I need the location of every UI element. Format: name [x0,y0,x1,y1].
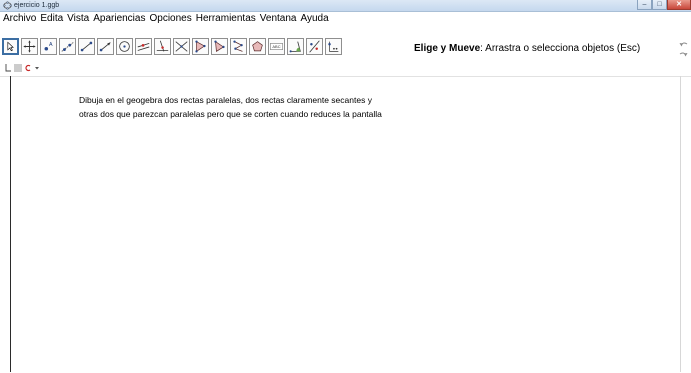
title-bar: ejercicio 1.ggb – □ ✕ [0,0,691,12]
move-arrow-icon [7,41,14,52]
tool-vector[interactable] [97,38,114,55]
close-icon: ✕ [676,1,682,8]
circle-icon [119,41,130,52]
window-title: ejercicio 1.ggb [14,2,60,9]
instruction-text-line-2: otras dos que parezcan paralelas pero qu… [79,109,382,119]
style-bar [0,63,691,73]
window-controls: – □ ✕ [637,0,691,11]
line-icon [61,42,74,52]
tool-polyline[interactable] [230,38,247,55]
menu-ventana[interactable]: Ventana [260,12,297,25]
svg-text:ABC: ABC [272,44,280,49]
graphics-view[interactable] [0,76,691,373]
intersect-lines-icon [175,41,188,52]
menu-archivo[interactable]: Archivo [3,12,36,25]
undo-icon[interactable] [679,41,688,48]
tool-text[interactable]: ABC [268,38,285,55]
polyline-icon [233,40,243,52]
minimize-icon: – [642,1,647,8]
tool-intersect[interactable] [173,38,190,55]
instruction-text-line-1: Dibuja en el geogebra dos rectas paralel… [79,95,372,105]
tool-perpendicular-line[interactable] [154,38,171,55]
tool-polygon[interactable] [192,38,209,55]
tool-rigid-polygon[interactable] [249,38,266,55]
tool-help: : Arrastra o selecciona objetos (Esc) [480,43,641,54]
tool-angle[interactable] [287,38,304,55]
tool-line[interactable] [59,38,76,55]
grid-toggle-icon[interactable] [14,64,22,72]
tool-move-graphics-view[interactable] [21,38,38,55]
tool-circle[interactable] [116,38,133,55]
maximize-icon: □ [657,1,662,8]
angle-icon [289,41,301,53]
toolbar: A ABC Elige y Mueve: Arrastra o seleccio… [0,26,691,62]
reflect-icon [309,40,320,53]
perpendicular-icon [156,40,169,52]
tool-parallel-line[interactable] [135,38,152,55]
menu-ayuda[interactable]: Ayuda [300,12,328,25]
point-icon: A [44,42,53,51]
menu-opciones[interactable]: Opciones [149,12,191,25]
view-right-edge [680,76,681,372]
maximize-button[interactable]: □ [652,0,667,10]
tool-description: Elige y Mueve: Arrastra o selecciona obj… [414,43,640,55]
tool-regular-polygon[interactable] [211,38,228,55]
tool-reflect[interactable] [306,38,323,55]
redo-icon[interactable] [679,51,688,58]
polygon-icon [195,40,206,53]
move-view-icon [23,40,36,53]
menu-herramientas[interactable]: Herramientas [196,12,256,25]
text-tool-icon: ABC [270,43,283,50]
tool-name: Elige y Mueve [414,43,481,54]
menu-vista[interactable]: Vista [67,12,89,25]
tool-move[interactable] [2,38,19,55]
slider-icon [328,41,339,52]
parallel-line-icon [137,43,150,51]
menu-apariencias[interactable]: Apariencias [93,12,145,25]
svg-text:A: A [49,42,53,48]
view-left-edge [10,76,11,372]
close-button[interactable]: ✕ [667,0,691,10]
menu-edita[interactable]: Edita [40,12,63,25]
segment-icon [80,41,93,52]
axes-toggle-icon[interactable] [3,64,11,72]
vector-icon [99,42,111,52]
menu-bar: Archivo Edita Vista Apariencias Opciones… [0,12,691,25]
tool-point[interactable]: A [40,38,57,55]
point-capturing-icon[interactable] [25,64,32,72]
minimize-button[interactable]: – [637,0,652,10]
geogebra-app-icon [3,1,12,10]
regular-polygon-icon [214,40,225,52]
tool-segment[interactable] [78,38,95,55]
tool-slider[interactable] [325,38,342,55]
dropdown-arrow-icon[interactable] [34,64,40,72]
pentagon-icon [252,41,263,52]
